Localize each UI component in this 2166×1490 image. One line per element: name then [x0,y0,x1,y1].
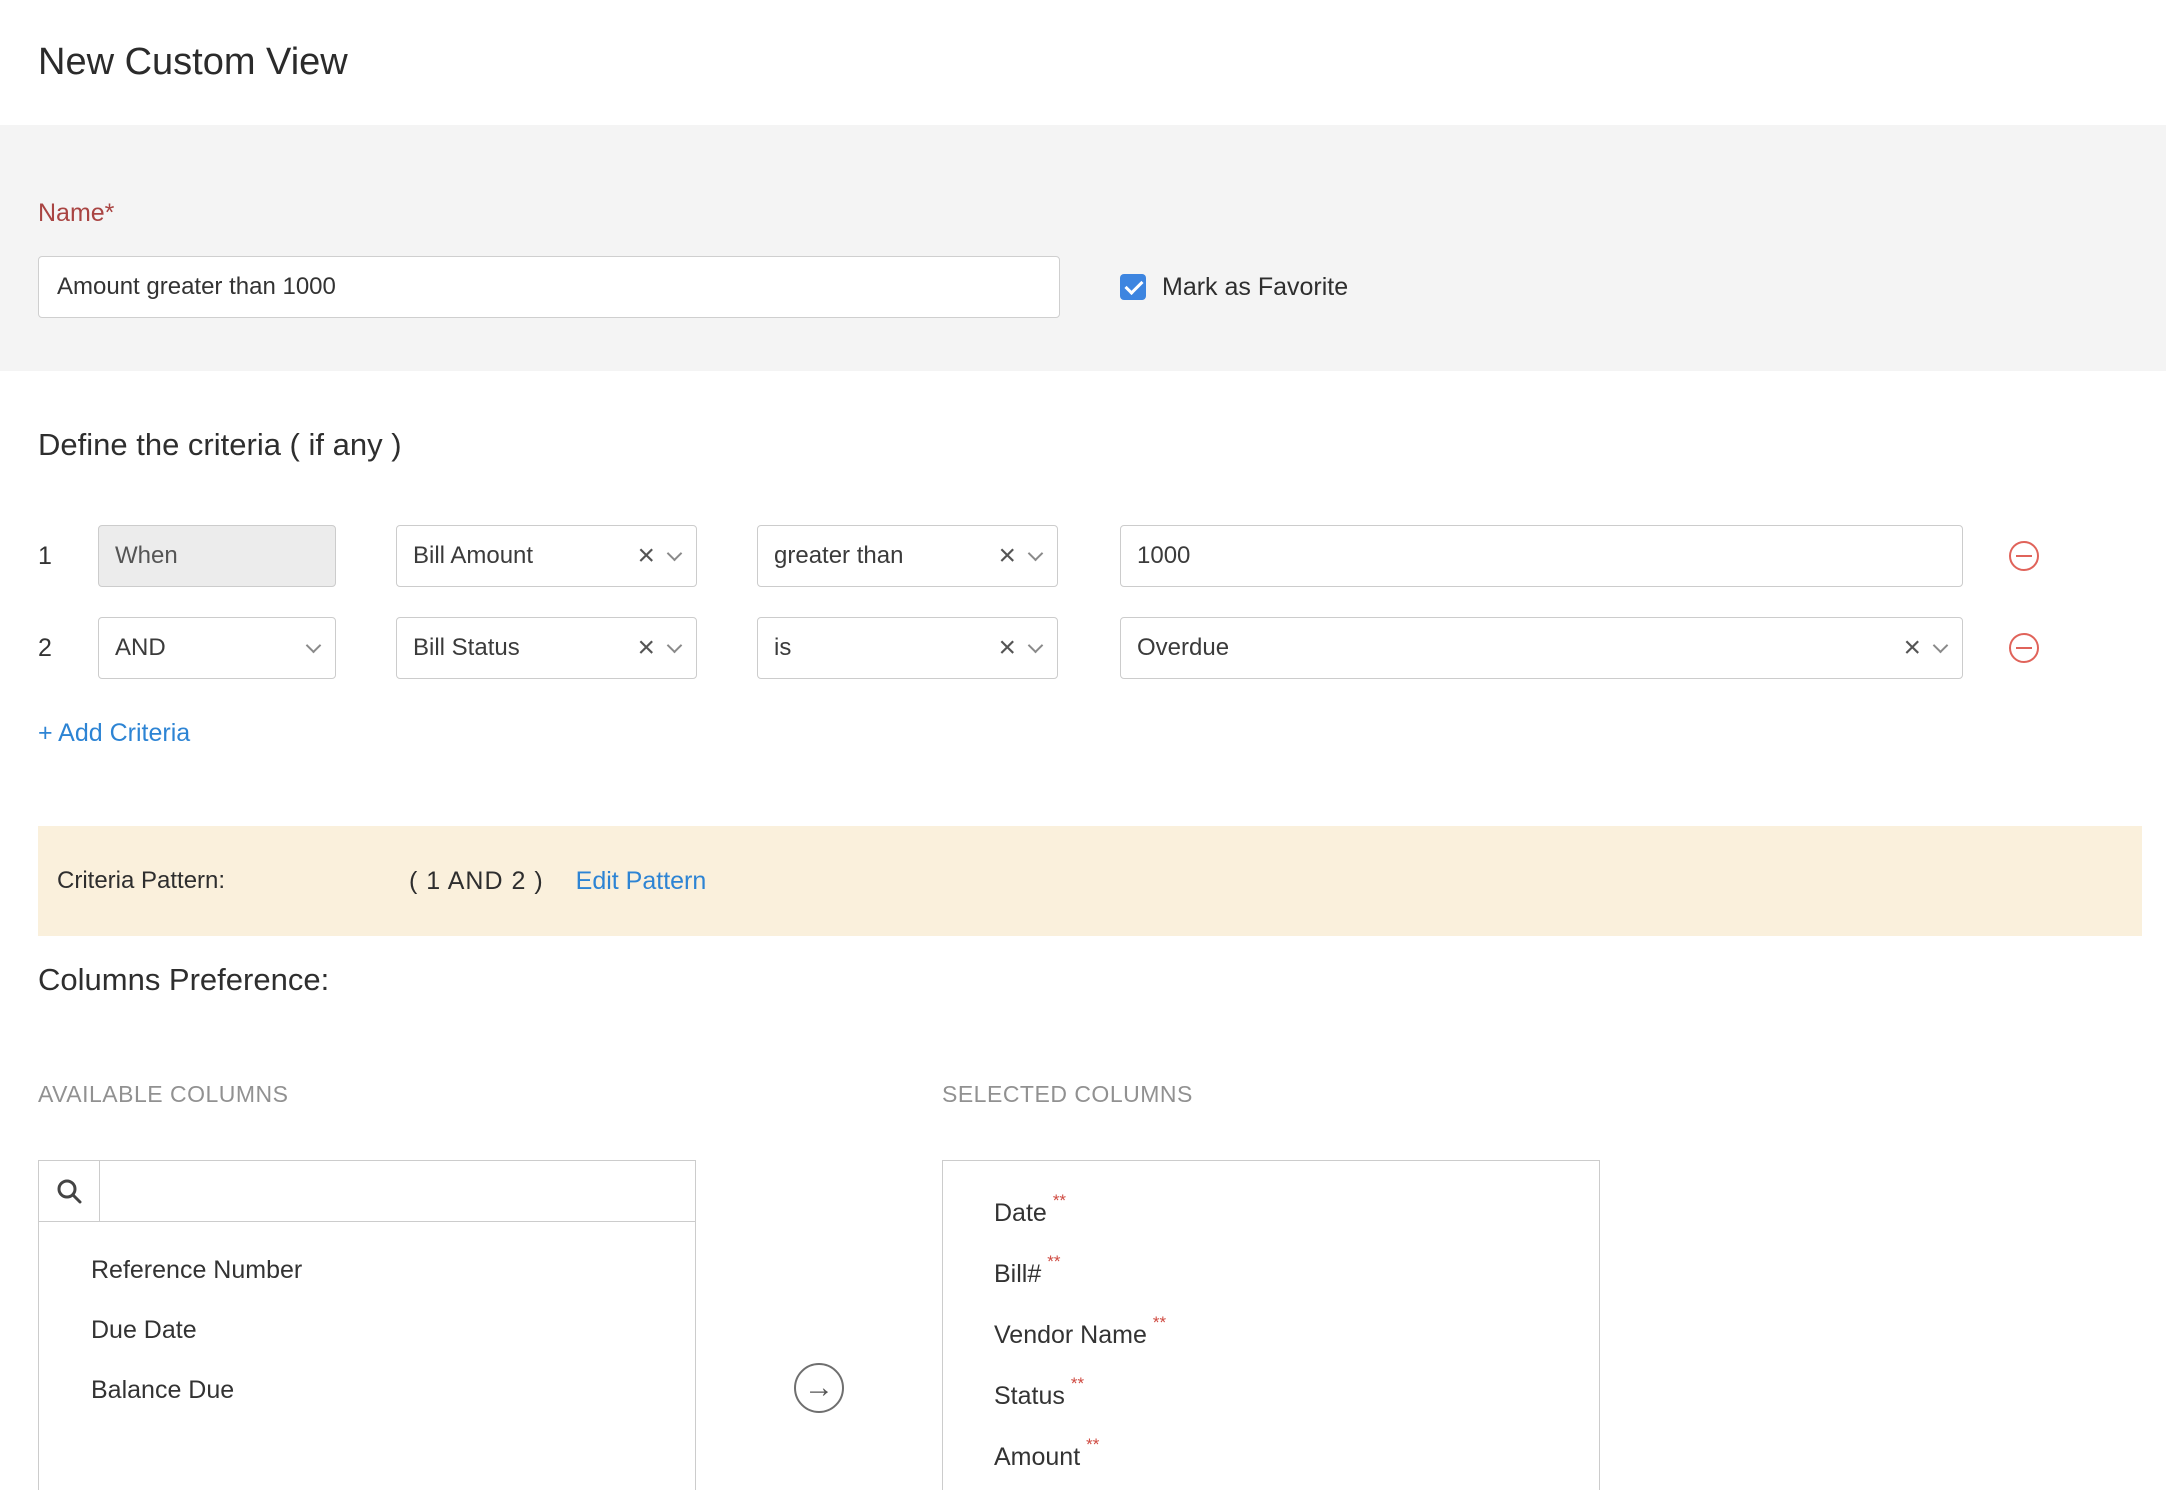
clear-icon[interactable]: × [1903,633,1921,663]
criteria-pattern-band: Criteria Pattern: ( 1 AND 2 ) Edit Patte… [38,826,2142,936]
transfer-controls: → [696,1160,942,1413]
name-section: Name* Mark as Favorite [0,125,2166,371]
list-item[interactable]: Reference Number [39,1240,695,1300]
page-header: New Custom View [0,0,2166,125]
list-item[interactable]: Balance Due [39,1360,695,1420]
clear-icon[interactable]: × [637,633,655,663]
available-columns-list: Reference Number Due Date Balance Due [38,1222,696,1490]
remove-criteria-button[interactable] [2009,541,2039,571]
criteria-row-number: 2 [38,634,98,663]
list-item[interactable]: Bill# ** [943,1246,1599,1307]
criteria-heading: Define the criteria ( if any ) [38,427,2166,463]
columns-area: AVAILABLE COLUMNS SELECTED COLUMNS Refer… [0,1081,2166,1490]
list-item[interactable]: Status ** [943,1368,1599,1429]
list-item[interactable]: Amount ** [943,1429,1599,1490]
criteria-field-value: Bill Amount [413,542,533,570]
search-icon-cell[interactable] [38,1160,100,1222]
criteria-value: Overdue [1137,634,1229,662]
columns-spacer [696,1081,942,1108]
chevron-down-icon [667,637,683,653]
required-mark: ** [1153,1313,1166,1333]
criteria-connector-select[interactable]: AND [98,617,336,679]
criteria-connector-when: When [98,525,336,587]
clear-icon[interactable]: × [637,541,655,571]
column-list-headers: AVAILABLE COLUMNS SELECTED COLUMNS [38,1081,2166,1108]
criteria-section: Define the criteria ( if any ) 1 When Bi… [0,371,2166,748]
criteria-pattern-value: ( 1 AND 2 ) [409,867,544,896]
edit-pattern-link[interactable]: Edit Pattern [576,867,707,896]
required-mark: ** [1047,1252,1060,1272]
criteria-field-select[interactable]: Bill Amount × [396,525,697,587]
list-item[interactable]: Vendor Name ** [943,1307,1599,1368]
chevron-down-icon [667,545,683,561]
criteria-comparator-select[interactable]: is × [757,617,1058,679]
chevron-down-icon [1933,637,1949,653]
select-icons: × [998,633,1041,663]
selected-column-label: Vendor Name [994,1321,1147,1350]
chevron-down-icon [1028,637,1044,653]
criteria-comparator-select[interactable]: greater than × [757,525,1058,587]
select-icons: × [1903,633,1946,663]
required-mark: ** [1071,1374,1084,1394]
selected-column-label: Status [994,1382,1065,1411]
search-icon [56,1178,82,1204]
favorite-checkbox[interactable] [1120,274,1146,300]
criteria-field-value: Bill Status [413,634,520,662]
clear-icon[interactable]: × [998,633,1016,663]
name-label: Name* [38,199,2166,228]
criteria-value-input[interactable] [1120,525,1963,587]
criteria-row-2: 2 AND Bill Status × is × [38,617,2166,679]
add-criteria-link[interactable]: + Add Criteria [38,719,190,748]
column-search-input[interactable] [100,1160,696,1222]
criteria-comparator-value: is [774,634,791,662]
list-item[interactable]: Due Date [39,1300,695,1360]
selected-column-label: Date [994,1199,1047,1228]
select-icons: × [637,541,680,571]
columns-boxes-row: Reference Number Due Date Balance Due → … [38,1160,2166,1490]
available-columns-title: AVAILABLE COLUMNS [38,1081,696,1108]
available-columns-panel: Reference Number Due Date Balance Due [38,1160,696,1490]
list-item[interactable]: Date ** [943,1185,1599,1246]
selected-column-label: Bill# [994,1260,1041,1289]
arrow-right-icon: → [804,1373,834,1403]
mark-as-favorite-toggle[interactable]: Mark as Favorite [1120,273,1348,302]
criteria-connector-value: AND [115,634,166,662]
remove-criteria-button[interactable] [2009,633,2039,663]
criteria-comparator-value: greater than [774,542,903,570]
required-mark: ** [1086,1435,1099,1455]
criteria-field-select[interactable]: Bill Status × [396,617,697,679]
name-row: Mark as Favorite [38,256,2166,318]
page-title: New Custom View [38,41,348,84]
selected-columns-panel: Date ** Bill# ** Vendor Name ** Status *… [942,1160,1600,1490]
criteria-value-select[interactable]: Overdue × [1120,617,1963,679]
clear-icon[interactable]: × [998,541,1016,571]
criteria-pattern-label: Criteria Pattern: [57,867,409,895]
view-name-input[interactable] [38,256,1060,318]
criteria-row-number: 1 [38,542,98,571]
required-mark: ** [1053,1191,1066,1211]
chevron-down-icon [1028,545,1044,561]
move-right-button[interactable]: → [794,1363,844,1413]
select-icons: × [637,633,680,663]
criteria-row-1: 1 When Bill Amount × greater than × [38,525,2166,587]
columns-preference-heading: Columns Preference: [38,962,2166,998]
selected-columns-title: SELECTED COLUMNS [942,1081,1193,1108]
select-icons: × [998,541,1041,571]
selected-columns-list: Date ** Bill# ** Vendor Name ** Status *… [942,1160,1600,1490]
new-custom-view-page: New Custom View Name* Mark as Favorite D… [0,0,2166,1490]
column-search-row [38,1160,696,1222]
selected-column-label: Amount [994,1443,1080,1472]
select-icons [308,646,319,651]
chevron-down-icon [306,637,322,653]
favorite-label: Mark as Favorite [1162,273,1348,302]
